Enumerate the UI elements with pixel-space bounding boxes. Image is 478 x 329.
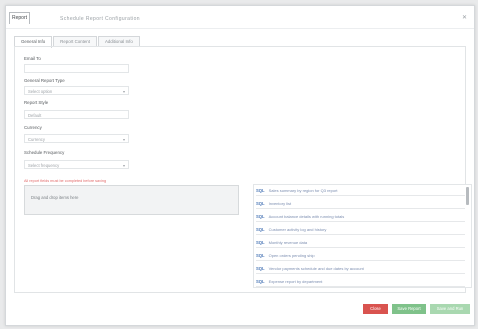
report-type-label: General Report Type <box>24 78 65 83</box>
list-item-text: Account balance details with running tot… <box>268 214 345 219</box>
report-style-field[interactable]: Default <box>24 110 129 119</box>
list-item-text: Open orders pending ship <box>268 253 315 258</box>
list-item-tag: SQL <box>256 227 265 232</box>
list-item[interactable]: SQL Monthly revenue data <box>256 238 465 248</box>
list-item[interactable]: SQL Account balance details with running … <box>256 212 465 222</box>
list-item-tag: SQL <box>256 240 265 245</box>
list-item-tag: SQL <box>256 279 265 284</box>
save-and-run-button[interactable]: Save and Run <box>430 304 470 314</box>
currency-select[interactable]: Currency ▾ <box>24 134 129 143</box>
list-item-text: Customer activity log and history <box>268 227 327 232</box>
list-item-tag: SQL <box>256 253 265 258</box>
chevron-down-icon: ▾ <box>122 163 125 168</box>
list-item-tag: SQL <box>256 214 265 219</box>
currency-value: Currency <box>28 137 45 142</box>
dialog-title-tab[interactable]: Report <box>9 12 31 24</box>
list-item-text: Inventory list <box>268 201 292 206</box>
report-type-value: Select option <box>28 89 53 94</box>
email-field[interactable] <box>24 64 129 73</box>
dialog-header: Report Schedule Report Configuration ✕ <box>6 6 474 29</box>
close-button[interactable]: Close <box>363 304 388 314</box>
list-item[interactable]: SQL Open orders pending ship <box>256 251 465 261</box>
chevron-down-icon: ▾ <box>122 89 125 94</box>
email-label: Email To <box>24 56 41 61</box>
list-item-text: Expense report by department <box>268 279 323 284</box>
list-scrollbar[interactable] <box>466 187 469 205</box>
schedule-value: Select frequency <box>28 163 60 168</box>
list-item-tag: SQL <box>256 188 265 193</box>
report-style-label: Report Style <box>24 100 49 105</box>
list-item[interactable]: SQL Vendor payments schedule and due date… <box>256 264 465 274</box>
close-icon[interactable]: ✕ <box>462 14 467 21</box>
chevron-down-icon: ▾ <box>122 137 125 142</box>
list-item[interactable]: SQL Inventory list <box>256 199 465 209</box>
schedule-label: Schedule Frequency <box>24 150 65 155</box>
dialog-title: Schedule Report Configuration <box>60 16 140 22</box>
list-item-text: Vendor payments schedule and due dates b… <box>268 266 364 271</box>
currency-label: Currency <box>24 125 42 130</box>
save-button[interactable]: Save Report <box>392 304 426 314</box>
query-list: SQL Sales summary by region for Q3 report… <box>253 184 472 288</box>
list-item-tag: SQL <box>256 266 265 271</box>
validation-warning: All report fields must be completed befo… <box>24 179 107 183</box>
list-item-tag: SQL <box>256 201 265 206</box>
notes-textarea[interactable]: Drag and drop items here <box>24 185 239 215</box>
schedule-select[interactable]: Select frequency ▾ <box>24 160 129 169</box>
list-item[interactable]: SQL Expense report by department <box>256 277 465 287</box>
report-type-select[interactable]: Select option ▾ <box>24 86 129 95</box>
list-item-text: Monthly revenue data <box>268 240 308 245</box>
list-item[interactable]: SQL Sales summary by region for Q3 report <box>256 186 465 196</box>
notes-text: Drag and drop items here <box>31 195 79 200</box>
list-item[interactable]: SQL Customer activity log and history <box>256 225 465 235</box>
list-item-text: Sales summary by region for Q3 report <box>268 188 338 193</box>
